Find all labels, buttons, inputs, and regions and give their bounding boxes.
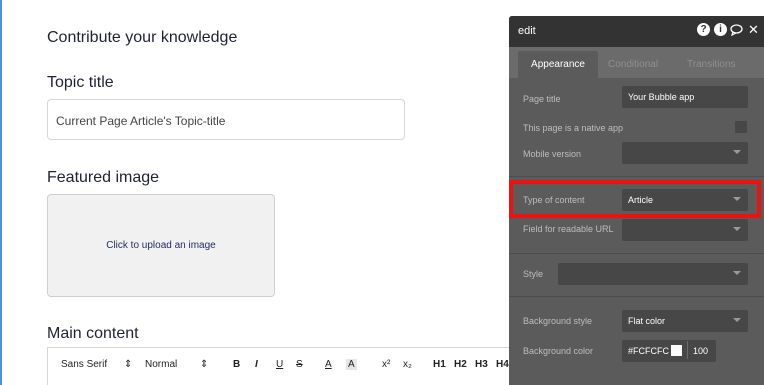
background-color-label: Background color [523,346,594,356]
section-divider [509,296,764,297]
tab-appearance[interactable]: Appearance [518,51,598,78]
native-app-checkbox[interactable] [735,121,747,133]
topic-title-value: Current Page Article's Topic-title [56,114,226,128]
background-style-value: Flat color [628,316,666,326]
font-family-select[interactable]: Sans Serif [61,359,107,370]
image-uploader[interactable]: Click to upload an image [47,194,275,297]
size-select-arrow-icon[interactable]: ⇕ [200,359,208,370]
background-opacity-value[interactable]: 100 [693,346,708,356]
subscript-button[interactable]: x₂ [403,359,412,370]
bold-button[interactable]: B [233,359,240,370]
close-icon[interactable]: ✕ [747,23,760,36]
bubble-editor-canvas: Contribute your knowledge Topic title Cu… [0,0,764,385]
heading-4-button[interactable]: H4 [496,359,509,370]
heading-2-button[interactable]: H2 [454,359,467,370]
property-editor-title: edit [518,25,536,37]
style-dropdown[interactable] [558,263,748,285]
page-title-input[interactable]: Your Bubble app [622,86,748,108]
chevron-down-icon [733,318,741,322]
chevron-down-icon [733,227,741,231]
tab-bar: Appearance Conditional Transitions [509,47,764,78]
color-swatch[interactable] [671,345,682,356]
section-divider [509,253,764,254]
superscript-button[interactable]: x² [382,359,390,370]
topic-title-label: Topic title [47,74,114,91]
page-boundary [0,0,2,385]
opacity-separator [687,341,688,359]
mobile-version-dropdown[interactable] [622,142,748,164]
info-icon[interactable]: i [714,23,727,36]
main-content-label: Main content [47,325,139,342]
strikethrough-button[interactable]: S [296,359,303,370]
page-heading: Contribute your knowledge [47,29,238,46]
heading-3-button[interactable]: H3 [475,359,488,370]
highlight-annotation [509,180,761,218]
chevron-down-icon [733,150,741,154]
italic-button[interactable]: I [255,359,258,370]
readable-url-label: Field for readable URL [523,224,614,234]
native-app-label: This page is a native app [523,123,624,133]
comment-icon[interactable] [730,23,743,37]
section-divider [509,176,764,177]
mobile-version-label: Mobile version [523,149,582,159]
property-editor-header[interactable]: edit ? i ✕ [509,16,764,47]
background-color-value: #FCFCFC [628,346,669,356]
underline-button[interactable]: U [276,359,283,370]
tab-transitions[interactable]: Transitions [687,51,736,78]
page-title-label: Page title [523,94,561,104]
background-style-label: Background style [523,316,593,326]
font-size-select[interactable]: Normal [145,359,177,370]
heading-1-button[interactable]: H1 [433,359,446,370]
topic-title-input[interactable]: Current Page Article's Topic-title [47,99,405,140]
tab-conditional[interactable]: Conditional [608,51,658,78]
page-title-value: Your Bubble app [628,92,695,102]
help-icon[interactable]: ? [697,23,710,36]
text-color-button[interactable]: A [325,359,332,370]
upload-prompt: Click to upload an image [106,240,216,251]
rich-text-toolbar: Sans Serif ⇕ Normal ⇕ B I U S A A x² x₂ … [47,347,527,385]
background-style-dropdown[interactable]: Flat color [622,310,748,332]
highlight-color-button[interactable]: A [346,359,357,370]
font-select-arrow-icon[interactable]: ⇕ [124,359,132,370]
featured-image-label: Featured image [47,169,160,186]
style-label: Style [523,269,544,279]
readable-url-dropdown[interactable] [622,219,748,241]
chevron-down-icon [733,271,741,275]
